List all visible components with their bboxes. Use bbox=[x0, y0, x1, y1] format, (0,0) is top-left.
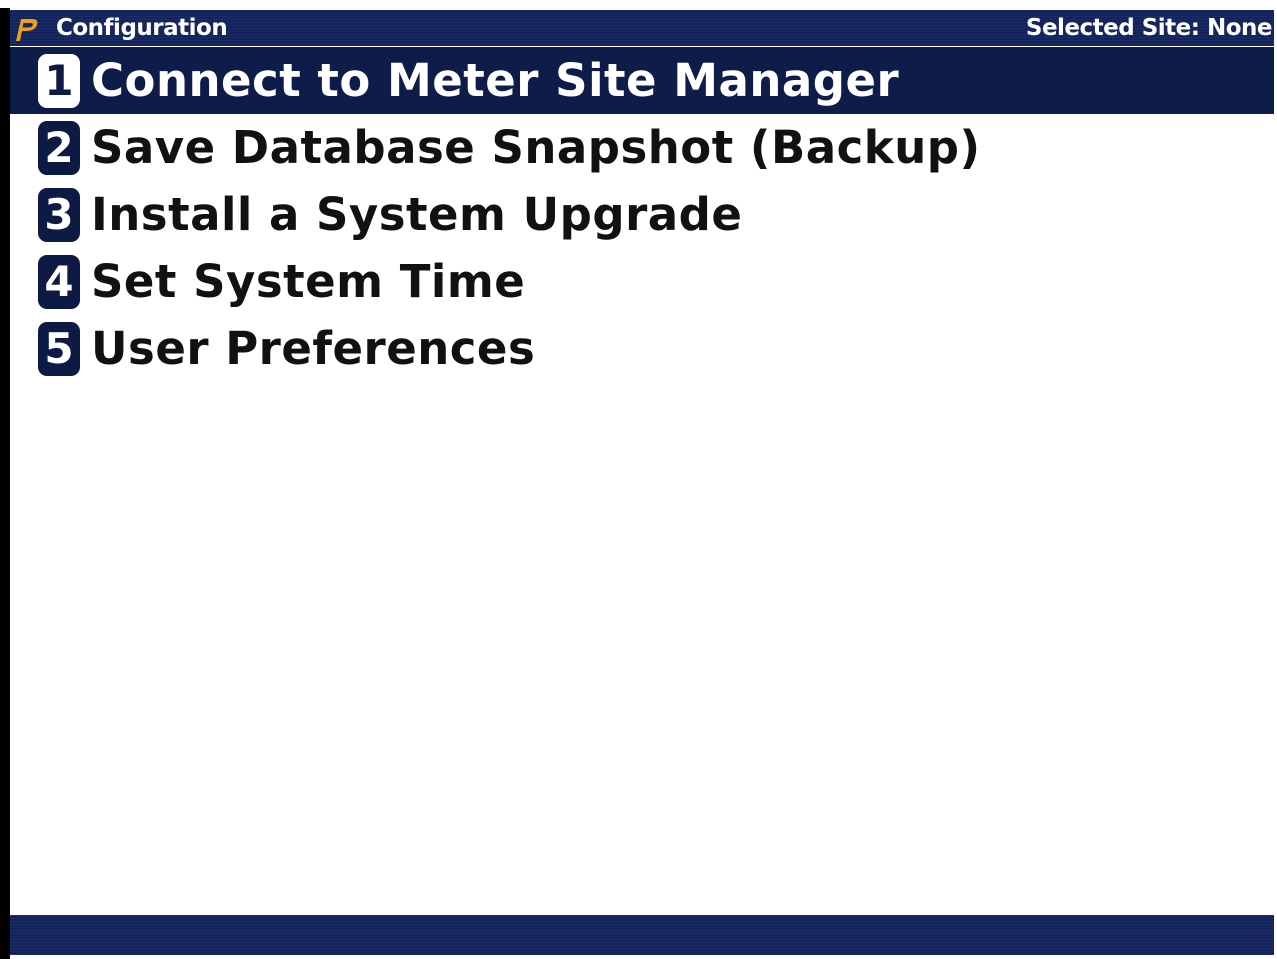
menu-item-label: Set System Time bbox=[91, 255, 526, 308]
menu-item-label: Save Database Snapshot (Backup) bbox=[91, 121, 981, 174]
menu-item-connect-meter-site-manager[interactable]: 1 Connect to Meter Site Manager bbox=[10, 47, 1274, 114]
menu-item-label: User Preferences bbox=[91, 322, 536, 375]
p-logo-icon bbox=[12, 16, 40, 42]
menu-item-label: Install a System Upgrade bbox=[91, 188, 743, 241]
selected-site-label: Selected Site: None bbox=[1025, 15, 1273, 41]
window-bottom-edge bbox=[10, 955, 1277, 959]
main-menu: 1 Connect to Meter Site Manager 2 Save D… bbox=[10, 47, 1274, 382]
window-title: Configuration bbox=[56, 15, 228, 41]
status-bar bbox=[10, 915, 1274, 955]
menu-number-badge: 5 bbox=[38, 322, 80, 376]
window-left-border bbox=[0, 8, 10, 959]
app-window: Configuration Selected Site: None 1 Conn… bbox=[0, 0, 1277, 959]
menu-item-label: Connect to Meter Site Manager bbox=[91, 54, 900, 107]
menu-number-badge: 3 bbox=[38, 188, 80, 242]
window-top-edge bbox=[0, 0, 1277, 8]
menu-number-badge: 4 bbox=[38, 255, 80, 309]
menu-item-user-preferences[interactable]: 5 User Preferences bbox=[10, 315, 1274, 382]
menu-item-save-database-snapshot[interactable]: 2 Save Database Snapshot (Backup) bbox=[10, 114, 1274, 181]
menu-number-badge: 1 bbox=[38, 54, 80, 108]
menu-item-install-system-upgrade[interactable]: 3 Install a System Upgrade bbox=[10, 181, 1274, 248]
title-bar: Configuration Selected Site: None bbox=[10, 10, 1274, 46]
menu-number-badge: 2 bbox=[38, 121, 80, 175]
menu-item-set-system-time[interactable]: 4 Set System Time bbox=[10, 248, 1274, 315]
